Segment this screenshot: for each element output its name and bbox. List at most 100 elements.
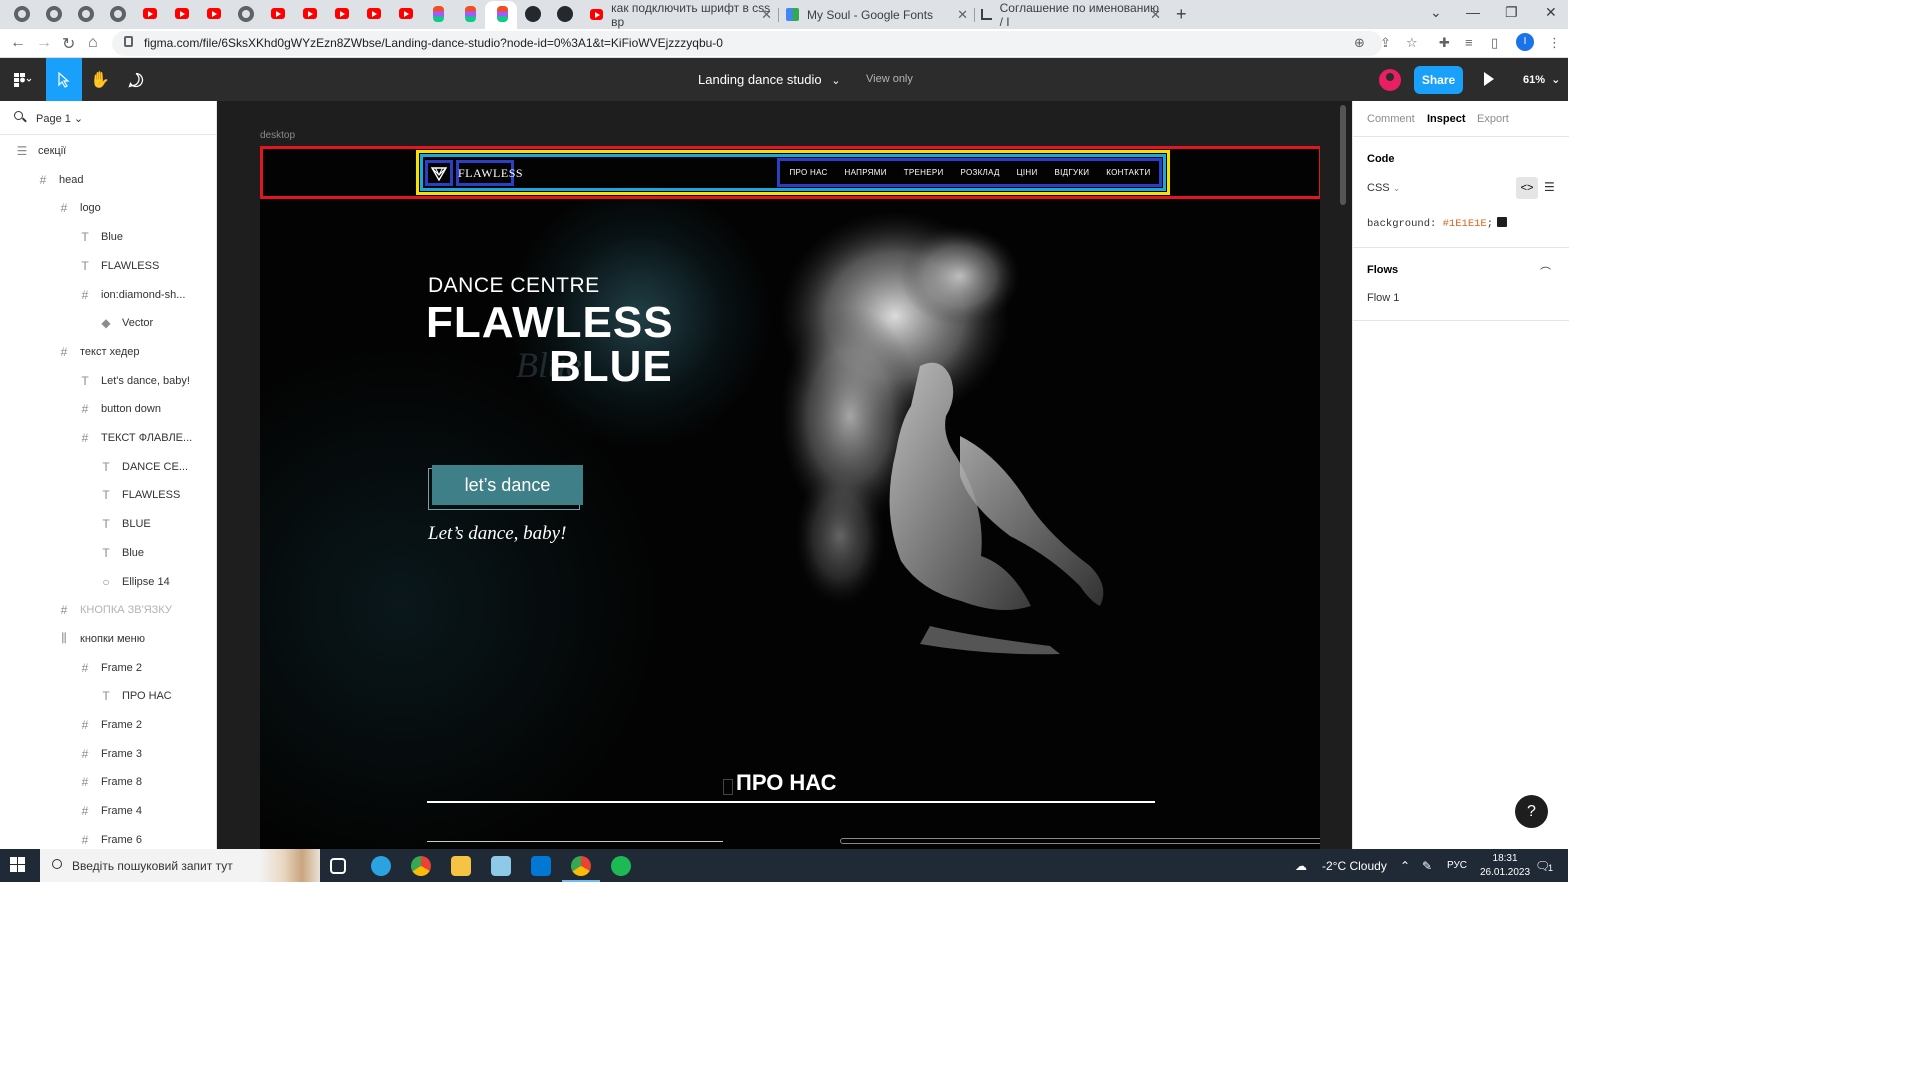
new-tab-button[interactable]: + bbox=[1176, 4, 1187, 25]
layer-item[interactable]: ☰ секції bbox=[0, 137, 216, 165]
nav-item-about[interactable]: ПРО НАС bbox=[789, 168, 827, 177]
layer-item[interactable]: T FLAWLESS bbox=[0, 252, 216, 280]
layer-item[interactable]: T Blue bbox=[0, 223, 216, 251]
media-control-icon[interactable]: ≡ bbox=[1465, 35, 1473, 50]
weather-icon[interactable]: ☁ bbox=[1295, 859, 1307, 873]
zoom-level-dropdown[interactable]: 61% ⌄ bbox=[1523, 73, 1560, 86]
comment-tool-button[interactable] bbox=[118, 58, 154, 101]
tab-export[interactable]: Export bbox=[1477, 113, 1509, 125]
layer-item[interactable]: # button down bbox=[0, 395, 216, 423]
layer-item[interactable]: # Frame 6 bbox=[0, 826, 216, 849]
move-tool-button[interactable] bbox=[46, 58, 82, 101]
file-explorer-icon[interactable] bbox=[451, 856, 471, 876]
task-view-icon[interactable] bbox=[330, 858, 346, 874]
lets-dance-button[interactable]: let’s dance bbox=[432, 465, 583, 505]
github-tab-icon[interactable] bbox=[557, 6, 573, 22]
tab-comment[interactable]: Comment bbox=[1367, 113, 1415, 125]
chrome-profile-icon[interactable] bbox=[571, 856, 591, 876]
figma-main-menu-icon[interactable] bbox=[0, 58, 46, 101]
chrome-icon[interactable] bbox=[411, 856, 431, 876]
layer-item[interactable]: # ion:diamond-sh... bbox=[0, 281, 216, 309]
tab-inspect[interactable]: Inspect bbox=[1427, 113, 1466, 125]
telegram-icon[interactable] bbox=[371, 856, 391, 876]
layer-item[interactable]: # Frame 8 bbox=[0, 768, 216, 796]
youtube-tab-icon[interactable] bbox=[399, 8, 413, 19]
layer-item[interactable]: T Let's dance, baby! bbox=[0, 367, 216, 395]
nav-item-contacts[interactable]: КОНТАКТИ bbox=[1106, 168, 1150, 177]
zoom-icon[interactable]: ⊕ bbox=[1354, 35, 1365, 51]
share-page-icon[interactable]: ⇪ bbox=[1380, 35, 1391, 51]
browser-tab[interactable]: как подключить шрифт в css вр ✕ bbox=[590, 0, 776, 29]
flow-icon[interactable]: ⌒ bbox=[1540, 264, 1551, 280]
tab-favicon-icon[interactable] bbox=[14, 6, 30, 22]
browser-tab[interactable]: My Soul - Google Fonts ✕ bbox=[786, 0, 972, 29]
pen-icon[interactable]: ✎ bbox=[1422, 859, 1432, 873]
tab-favicon-icon[interactable] bbox=[238, 6, 254, 22]
nav-item-prices[interactable]: ЦІНИ bbox=[1017, 168, 1038, 177]
layer-item[interactable]: T FLAWLESS bbox=[0, 481, 216, 509]
tab-favicon-icon[interactable] bbox=[46, 6, 62, 22]
browser-tab[interactable]: Соглашение по именованию / I ✕ bbox=[981, 0, 1165, 29]
windows-start-icon[interactable] bbox=[10, 857, 26, 873]
page-name[interactable]: Page 1 ⌄ bbox=[36, 112, 83, 125]
page-selector[interactable]: Page 1 ⌄ bbox=[0, 101, 216, 135]
youtube-tab-icon[interactable] bbox=[303, 8, 317, 19]
flow-item[interactable]: Flow 1 bbox=[1367, 292, 1399, 304]
layer-item[interactable]: T Blue bbox=[0, 539, 216, 567]
back-icon[interactable]: ← bbox=[10, 34, 26, 52]
layer-item[interactable]: ○ Ellipse 14 bbox=[0, 568, 216, 596]
home-icon[interactable]: ⌂ bbox=[88, 34, 98, 52]
youtube-tab-icon[interactable] bbox=[143, 8, 157, 19]
desktop-frame[interactable]: FLAWLESS ПРО НАС НАПРЯМИ ТРЕНЕРИ РОЗКЛАД… bbox=[260, 146, 1320, 849]
youtube-tab-icon[interactable] bbox=[335, 8, 349, 19]
close-tab-icon[interactable]: ✕ bbox=[957, 7, 968, 23]
layer-item[interactable]: # Frame 4 bbox=[0, 797, 216, 825]
layer-item[interactable]: ⫼ кнопки меню bbox=[0, 625, 216, 653]
youtube-tab-icon[interactable] bbox=[207, 8, 221, 19]
youtube-tab-icon[interactable] bbox=[175, 8, 189, 19]
tab-favicon-icon[interactable] bbox=[78, 6, 94, 22]
code-view-icon[interactable]: <> bbox=[1516, 177, 1538, 199]
weather-text[interactable]: -2°C Cloudy bbox=[1322, 859, 1387, 873]
chrome-menu-icon[interactable]: ⋮ bbox=[1548, 35, 1561, 51]
layer-item[interactable]: T BLUE bbox=[0, 510, 216, 538]
extensions-icon[interactable]: ✚ bbox=[1439, 35, 1450, 51]
hand-tool-button[interactable]: ✋ bbox=[82, 58, 118, 101]
figma-tab-icon[interactable] bbox=[497, 6, 508, 22]
figma-tab-icon[interactable] bbox=[433, 6, 444, 22]
vscode-icon[interactable] bbox=[531, 856, 551, 876]
canvas-scrollbar[interactable] bbox=[1340, 105, 1346, 205]
document-title[interactable]: Landing dance studio ⌄ bbox=[698, 72, 840, 87]
forward-icon[interactable]: → bbox=[36, 34, 52, 52]
clock[interactable]: 18:31 26.01.2023 bbox=[1480, 852, 1530, 880]
user-avatar[interactable] bbox=[1379, 69, 1401, 91]
layer-item[interactable]: # ТЕКСТ ФЛАВЛЕ... bbox=[0, 424, 216, 452]
frame-label[interactable]: desktop bbox=[260, 130, 295, 141]
maximize-button[interactable]: ❐ bbox=[1505, 4, 1518, 21]
nav-item-reviews[interactable]: ВІДГУКИ bbox=[1054, 168, 1089, 177]
figma-tab-icon[interactable] bbox=[465, 6, 476, 22]
layer-item[interactable]: # head bbox=[0, 166, 216, 194]
css-code-line[interactable]: background: #1E1E1E; bbox=[1367, 217, 1508, 230]
youtube-tab-icon[interactable] bbox=[271, 8, 285, 19]
spotify-icon[interactable] bbox=[611, 856, 631, 876]
tab-search-icon[interactable]: ⌄ bbox=[1430, 4, 1442, 21]
close-tab-icon[interactable]: ✕ bbox=[1150, 7, 1161, 23]
minimize-button[interactable]: — bbox=[1466, 4, 1480, 20]
nav-item-schedule[interactable]: РОЗКЛАД bbox=[960, 168, 999, 177]
profile-avatar[interactable]: I bbox=[1516, 33, 1534, 51]
canvas[interactable]: desktop FLAWLESS ПРО НАС НАПРЯМИ ТРЕНЕРИ… bbox=[217, 101, 1352, 849]
layer-item[interactable]: # Frame 3 bbox=[0, 740, 216, 768]
youtube-tab-icon[interactable] bbox=[367, 8, 381, 19]
present-play-icon[interactable] bbox=[1484, 72, 1494, 86]
bookmark-star-icon[interactable]: ☆ bbox=[1406, 35, 1418, 51]
layer-item[interactable]: # текст хедер bbox=[0, 338, 216, 366]
layer-item[interactable]: ◆ Vector bbox=[0, 309, 216, 337]
side-panel-icon[interactable]: ▯ bbox=[1491, 35, 1498, 51]
code-language-dropdown[interactable]: CSS ⌄ bbox=[1367, 182, 1400, 194]
tray-expand-icon[interactable]: ⌃ bbox=[1400, 859, 1410, 873]
layer-item[interactable]: # Frame 2 bbox=[0, 711, 216, 739]
nav-item-trainers[interactable]: ТРЕНЕРИ bbox=[904, 168, 944, 177]
input-language[interactable]: РУС bbox=[1447, 860, 1467, 871]
layer-item[interactable]: T DANCE CE... bbox=[0, 453, 216, 481]
